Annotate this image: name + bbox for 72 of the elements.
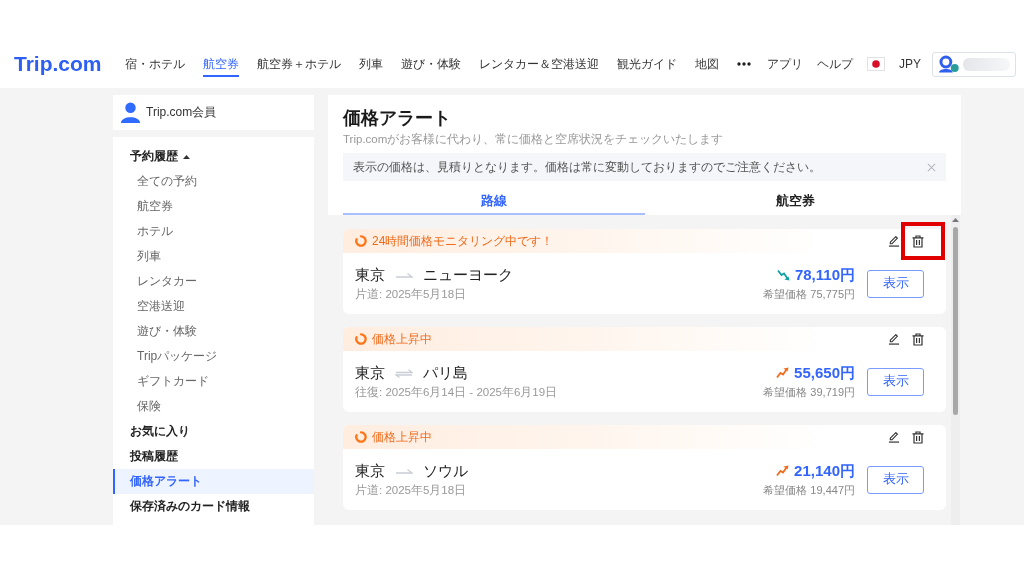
avatar-icon (938, 55, 960, 73)
origin-city: 東京 (355, 265, 385, 285)
ring-icon (355, 333, 367, 345)
pencil-icon[interactable] (888, 333, 900, 345)
japan-flag-icon[interactable] (867, 57, 885, 71)
nav-tab[interactable]: 地図 (694, 51, 719, 77)
current-price: 21,140円 (794, 461, 855, 481)
current-price: 78,110円 (794, 265, 855, 285)
tab[interactable]: 航空券 (644, 189, 946, 215)
trash-icon[interactable] (912, 332, 924, 346)
target-price: 希望価格 19,447円 (763, 483, 855, 498)
trash-icon[interactable] (912, 234, 924, 248)
trip-logo[interactable]: Trip.com (14, 51, 102, 77)
travel-dates: 片道: 2025年5月18日 (355, 287, 468, 302)
ring-icon (355, 235, 367, 247)
nav-tab[interactable]: 観光ガイド (616, 51, 677, 77)
nav-tab[interactable]: 宿・ホテル (124, 51, 185, 77)
pencil-icon[interactable] (888, 235, 900, 247)
travel-dates: 片道: 2025年5月18日 (355, 483, 468, 498)
sidebar-subitem[interactable]: ホテル (113, 219, 314, 244)
scrollbar[interactable] (951, 215, 960, 525)
origin-city: 東京 (355, 461, 385, 481)
sidebar-subitem[interactable]: レンタカー (113, 269, 314, 294)
sidebar-subitem[interactable]: 列車 (113, 244, 314, 269)
target-price: 希望価格 75,775円 (763, 287, 855, 302)
sidebar-subitem[interactable]: 保険 (113, 394, 314, 419)
currency-selector[interactable]: JPY (899, 57, 921, 71)
trash-icon[interactable] (912, 430, 924, 444)
tab[interactable]: 路線 (343, 189, 645, 215)
origin-city: 東京 (355, 363, 385, 383)
blurred-name (962, 57, 1010, 71)
scroll-up-icon[interactable] (952, 218, 959, 222)
page-title: 価格アラート (343, 107, 452, 130)
destination-city: ニューヨーク (423, 265, 513, 285)
nav-tab[interactable]: 航空券 (202, 51, 239, 77)
status-text: 価格上昇中 (372, 330, 432, 348)
page-subtitle: Trip.comがお客様に代わり、常に価格と空席状況をチェックいたします (343, 132, 725, 147)
nav-tab[interactable]: 航空券＋ホテル (256, 51, 341, 77)
member-label: Trip.com会員 (146, 104, 217, 121)
destination-city: パリ島 (423, 363, 468, 383)
destination-city: ソウル (423, 461, 468, 481)
sidebar-subitem[interactable]: ギフトカード (113, 369, 314, 394)
travel-dates: 往復: 2025年6月14日 - 2025年6月19日 (355, 385, 559, 400)
sidebar-subitem[interactable]: 空港送迎 (113, 294, 314, 319)
sidebar-item[interactable]: 保存済みのカード情報 (113, 494, 314, 519)
status-text: 価格上昇中 (372, 428, 432, 446)
pencil-icon[interactable] (888, 431, 900, 443)
nav-tab[interactable]: レンタカー＆空港送迎 (478, 51, 599, 77)
sidebar-item[interactable]: 投稿履歴 (113, 444, 314, 469)
ring-icon (355, 431, 367, 443)
status-text: 24時間価格モニタリング中です！ (372, 232, 554, 250)
header-link[interactable]: アプリ (767, 55, 803, 73)
notice-text: 表示の価格は、見積りとなります。価格は常に変動しておりますのでご注意ください。 (353, 159, 821, 175)
nav-tab[interactable]: 遊び・体験 (400, 51, 461, 77)
sidebar-subitem[interactable]: 全ての予約 (113, 169, 314, 194)
current-price: 55,650円 (794, 363, 855, 383)
sidebar-item[interactable]: 予約履歴 (113, 144, 314, 169)
sidebar-item[interactable]: お気に入り (113, 419, 314, 444)
sidebar-item[interactable]: 価格アラート (113, 469, 314, 494)
sidebar-subitem[interactable]: 航空券 (113, 194, 314, 219)
header-link[interactable]: ヘルプ (817, 55, 853, 73)
more-icon[interactable] (736, 62, 751, 66)
view-button[interactable]: 表示 (867, 465, 924, 494)
sidebar-subitem[interactable]: 遊び・体験 (113, 319, 314, 344)
account-button[interactable] (932, 51, 1016, 77)
view-button[interactable]: 表示 (867, 367, 924, 396)
nav-tab[interactable]: 列車 (358, 51, 383, 77)
target-price: 希望価格 39,719円 (763, 385, 855, 400)
scrollbar-thumb[interactable] (953, 227, 958, 415)
sidebar-subitem[interactable]: Tripパッケージ (113, 344, 314, 369)
person-icon (121, 102, 140, 123)
view-button[interactable]: 表示 (867, 269, 924, 298)
